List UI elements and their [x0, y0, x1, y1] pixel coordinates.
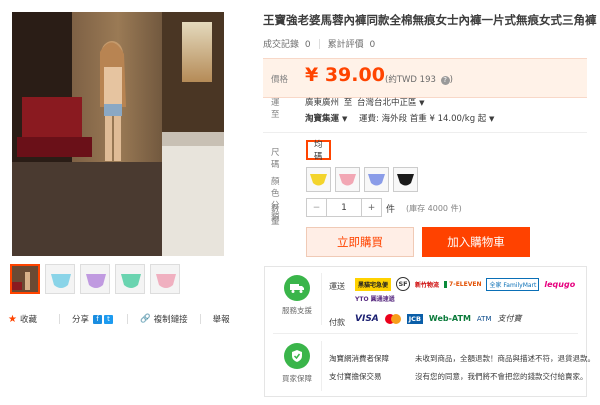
guarantee-text-1: 未收到商品，全額退款！商品與描述不符，退貨退款。 — [415, 354, 595, 363]
thumbnail-5[interactable] — [150, 264, 180, 294]
shipping-method-select[interactable]: 淘寶集運 ▼ — [305, 112, 347, 124]
copy-link-button[interactable]: 🔗 複制鏈接 — [140, 313, 188, 325]
divider — [321, 273, 322, 325]
product-title: 王寶強老婆馬蓉內褲同款全棉無痕女士內褲一片式無痕女式三角褲 — [263, 13, 597, 27]
divider — [321, 341, 322, 391]
carrier-logo: SF — [396, 277, 411, 291]
quantity-decrease-button[interactable]: − — [307, 199, 327, 216]
add-to-cart-button[interactable]: 加入購物車 — [422, 227, 530, 257]
shipping-fee: 運費: 海外段 首重 ¥ 14.00/kg 起 ▼ — [359, 114, 495, 124]
quantity-input[interactable]: 1 — [327, 199, 361, 216]
help-icon[interactable]: ? — [440, 76, 450, 85]
sales-record[interactable]: 成交記錄 0 — [263, 37, 311, 50]
carrier-logo: 新竹物流 — [415, 281, 440, 289]
jcb-icon: JCB — [406, 313, 423, 324]
divider — [127, 314, 128, 324]
color-swatch[interactable] — [364, 167, 389, 192]
chevron-down-icon: ▼ — [489, 115, 495, 123]
color-swatch[interactable] — [335, 167, 360, 192]
divider — [199, 314, 201, 324]
shipping-label: 運送 — [329, 282, 345, 291]
carrier-logo: 7-ELEVEN — [444, 280, 481, 288]
chevron-down-icon: ▼ — [341, 115, 348, 123]
web-atm-icon: Web-ATM — [428, 314, 471, 323]
price-converted: (約TWD 193 ?) — [385, 75, 453, 85]
main-product-image[interactable] — [12, 12, 224, 256]
price-box: 價格 ¥ 39.00 (約TWD 193 ?) — [263, 58, 587, 98]
reviews-count[interactable]: 累計評價 0 — [328, 37, 376, 50]
chevron-down-icon: ▼ — [419, 99, 425, 107]
payment-label: 付款 — [329, 318, 345, 327]
color-swatch[interactable] — [306, 167, 331, 192]
shield-check-icon — [284, 343, 310, 369]
size-option-selected[interactable]: 均碼 — [306, 140, 331, 162]
atm-icon: ATM — [476, 314, 492, 323]
guarantee-title[interactable]: 淘寶網消費者保障 — [329, 353, 389, 364]
link-icon: 🔗 — [140, 314, 151, 324]
service-box: 服務支援 運送 黑貓宅急便 SF 新竹物流 7-ELEVEN 全家 Family… — [264, 266, 595, 397]
divider — [58, 314, 60, 324]
price-value: ¥ 39.00 — [305, 64, 385, 86]
star-icon: ★ — [8, 313, 17, 325]
thumbnail-1[interactable] — [10, 264, 40, 294]
payment-logos: VISA JCB Web-ATM ATM 支付寶 — [355, 313, 521, 324]
quantity-stepper: − 1 + — [306, 198, 382, 217]
origin-text: 廣東廣州 — [305, 98, 340, 108]
divider — [318, 38, 320, 49]
thumbnail-4[interactable] — [115, 264, 145, 294]
carrier-logo: 黑貓宅急便 — [355, 277, 392, 291]
visa-icon: VISA — [355, 313, 379, 324]
product-stats: 成交記錄 0 累計評價 0 — [263, 37, 375, 50]
destination-select[interactable]: 台灣台北中正區 ▼ — [357, 98, 425, 108]
buy-now-button[interactable]: 立即購買 — [306, 227, 414, 257]
escrow-title[interactable]: 支付寶擔保交易 — [329, 371, 382, 382]
action-bar: ★ 收藏 分享 f t 🔗 複制鏈接 舉報 — [8, 313, 252, 326]
guarantee-text-2: 沒有您的同意，我們將不會把您的錢款交付給賣家。 — [415, 372, 588, 381]
guarantee-block: 買家保障 — [277, 343, 317, 384]
color-swatches — [306, 167, 418, 192]
thumbnail-strip — [10, 264, 180, 294]
thumbnail-2[interactable] — [45, 264, 75, 294]
report-button[interactable]: 舉報 — [213, 313, 230, 325]
carrier-logo: lequgo — [544, 279, 576, 289]
price-label: 價格 — [271, 75, 289, 85]
truck-icon — [284, 275, 310, 301]
thumbnail-3[interactable] — [80, 264, 110, 294]
carrier-logos: 黑貓宅急便 SF 新竹物流 7-ELEVEN 全家 FamilyMart leq… — [355, 277, 580, 303]
share-group: 分享 f t — [72, 313, 113, 325]
carrier-logo: YTO 圓通速遞 — [355, 296, 395, 303]
photo-scene — [12, 12, 224, 256]
quantity-increase-button[interactable]: + — [361, 199, 381, 216]
share-weibo-icon[interactable]: f — [93, 314, 102, 324]
support-block: 服務支援 — [277, 275, 317, 316]
divider — [263, 132, 587, 133]
stock-text: (庫存 4000 件) — [406, 204, 462, 213]
alipay-icon: 支付寶 — [497, 314, 522, 323]
share-twitter-icon[interactable]: t — [104, 314, 113, 324]
divider — [273, 333, 578, 334]
carrier-logo: 全家 FamilyMart — [486, 277, 540, 291]
color-swatch[interactable] — [393, 167, 418, 192]
favorite-button[interactable]: ★ 收藏 — [8, 313, 37, 326]
mastercard-icon — [384, 313, 401, 324]
